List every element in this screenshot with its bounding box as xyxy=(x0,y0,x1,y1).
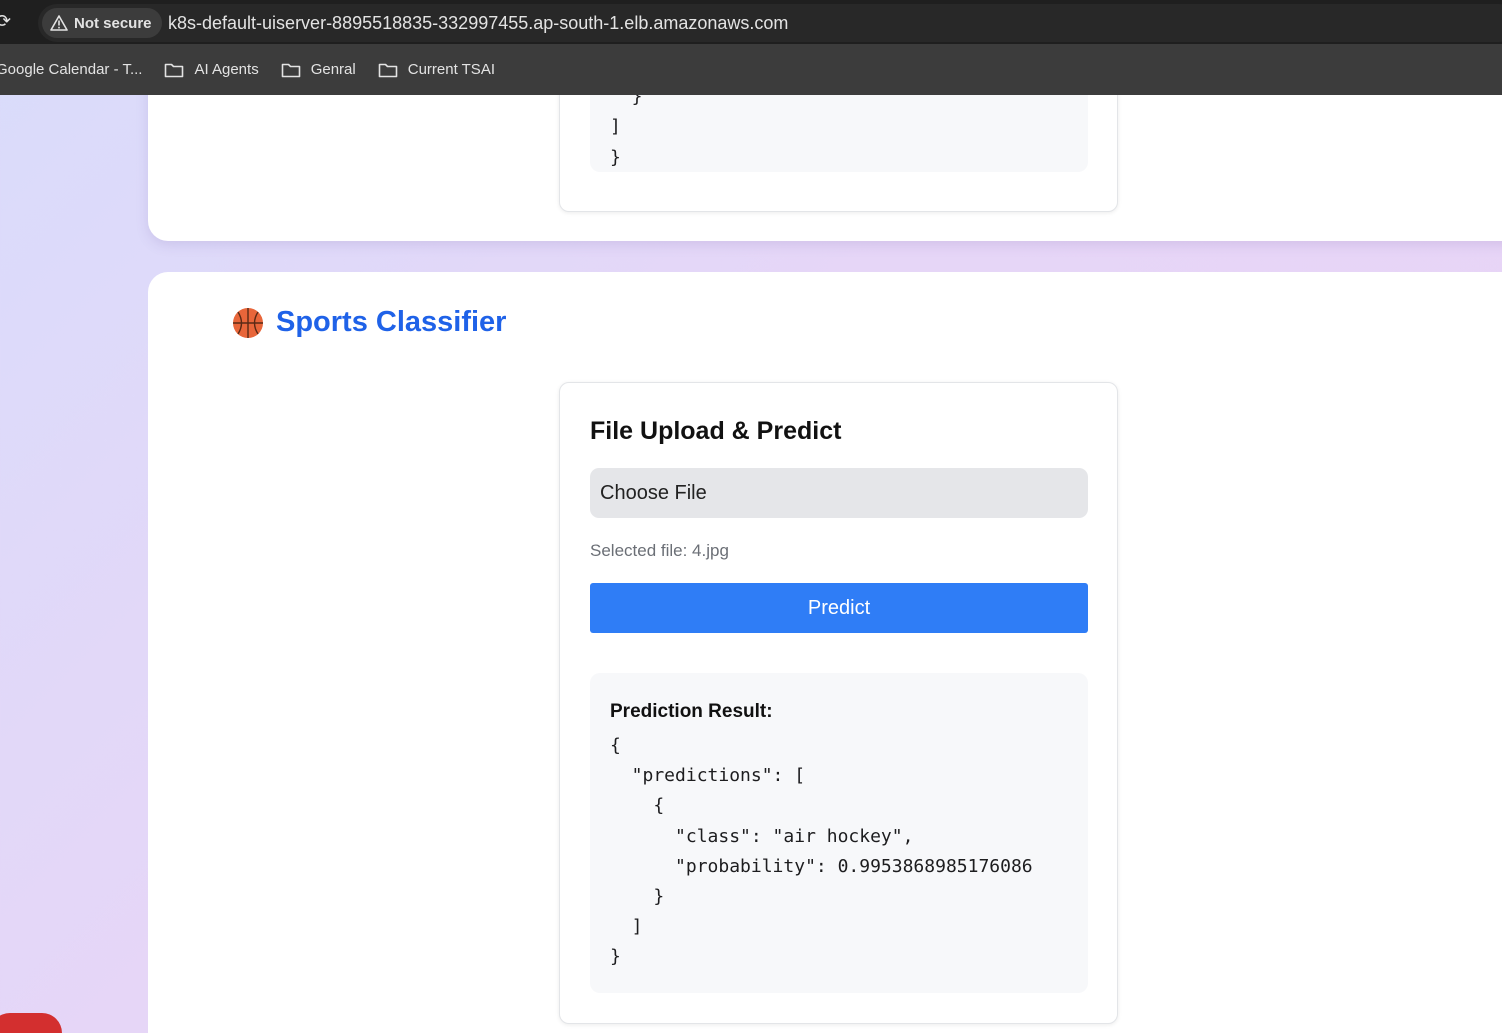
previous-result-json: ] } ] } xyxy=(610,95,643,168)
bookmark-folder-current-tsai[interactable]: Current TSAI xyxy=(378,61,495,78)
address-bar[interactable]: Not secure k8s-default-uiserver-88955188… xyxy=(38,4,1502,42)
folder-icon xyxy=(281,63,301,77)
selected-file-text: Selected file: 4.jpg xyxy=(590,541,729,560)
file-upload-panel: File Upload & Predict Choose File Select… xyxy=(559,382,1118,1024)
url-text[interactable]: k8s-default-uiserver-8895518835-33299745… xyxy=(168,13,788,34)
bookmark-google-calendar[interactable]: Google Calendar - T... xyxy=(0,61,142,78)
predict-button[interactable]: Predict xyxy=(590,583,1088,633)
bookmark-label: Current TSAI xyxy=(407,61,495,78)
floating-red-button[interactable] xyxy=(0,1013,62,1033)
bookmarks-bar: Google Calendar - T... AI Agents Genral … xyxy=(0,44,1502,95)
prediction-result-json: { "predictions": [ { "class": "air hocke… xyxy=(610,735,1033,968)
reload-icon[interactable]: ⟳ xyxy=(0,12,16,32)
bookmark-label: Google Calendar - T... xyxy=(0,61,143,78)
folder-icon xyxy=(378,63,398,77)
previous-result-code: ] } ] } xyxy=(590,95,1088,172)
prediction-result-label: Prediction Result: xyxy=(610,701,773,722)
previous-result-panel: ] } ] } xyxy=(559,95,1118,212)
bookmark-folder-ai-agents[interactable]: AI Agents xyxy=(164,61,259,78)
prediction-result-box: Prediction Result: { "predictions": [ { … xyxy=(590,673,1088,993)
security-label: Not secure xyxy=(74,14,152,32)
warning-icon xyxy=(50,15,68,31)
section-title: Sports Classifier xyxy=(232,306,506,339)
bookmark-label: AI Agents xyxy=(194,61,259,78)
previous-section-card: ] } ] } xyxy=(148,95,1502,241)
sports-classifier-section: Sports Classifier File Upload & Predict … xyxy=(148,272,1502,1033)
basketball-icon xyxy=(233,307,263,338)
folder-icon xyxy=(165,63,184,77)
page-content: ] } ] } Sports Classifier File Upload & … xyxy=(0,95,1502,1033)
security-indicator[interactable]: Not secure xyxy=(42,8,162,38)
bookmark-label: Genral xyxy=(310,61,356,78)
bookmark-folder-genral[interactable]: Genral xyxy=(281,61,356,78)
choose-file-button[interactable]: Choose File xyxy=(590,468,1088,518)
panel-heading: File Upload & Predict xyxy=(590,417,842,445)
page-title: Sports Classifier xyxy=(276,306,507,338)
browser-toolbar: ⟳ Not secure k8s-default-uiserver-889551… xyxy=(0,0,1502,44)
